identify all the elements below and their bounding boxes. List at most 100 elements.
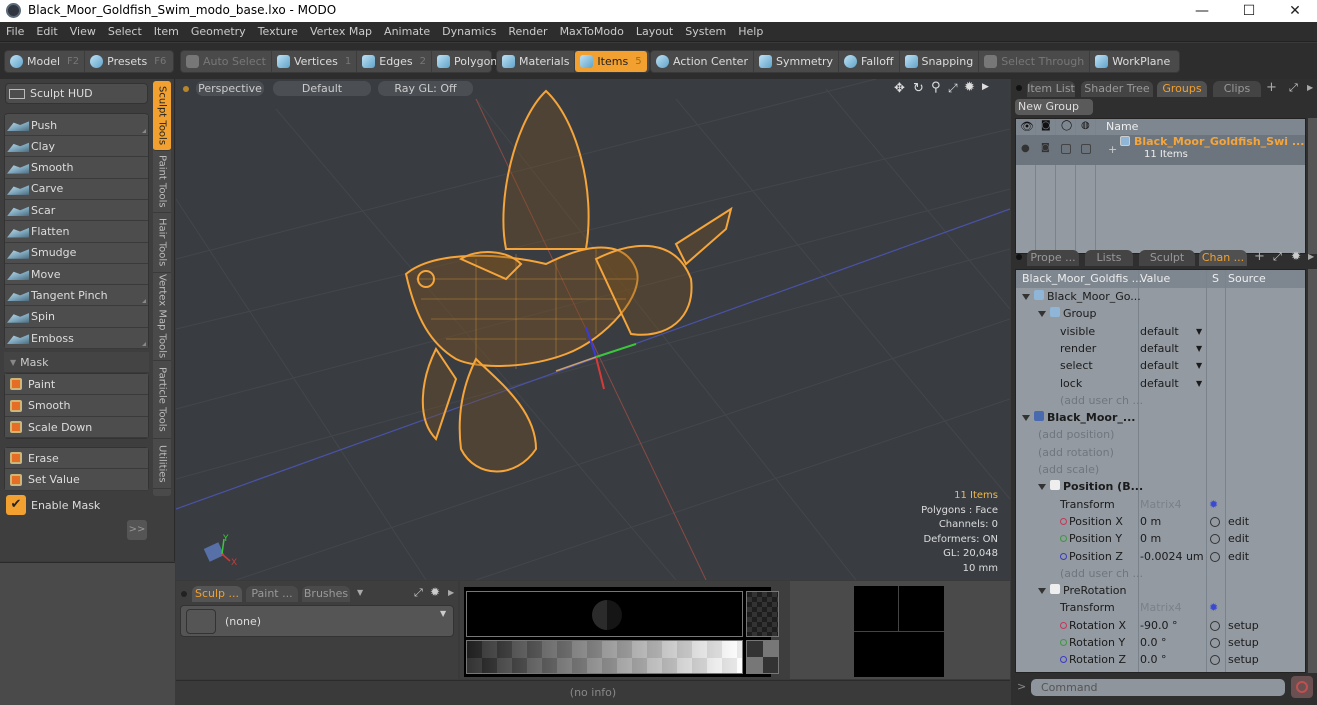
channel-value[interactable]: -90.0 ° — [1140, 617, 1177, 634]
expand-triangle-icon[interactable] — [1038, 484, 1046, 491]
enable-mask-checkbox[interactable]: ✔ — [6, 495, 26, 515]
minimize-button[interactable]: — — [1179, 0, 1225, 22]
maximize-panel-icon[interactable]: ⤢ — [1273, 250, 1282, 264]
menu-view[interactable]: View — [64, 22, 102, 42]
raygl-toggle-button[interactable]: Ray GL: Off — [378, 81, 473, 96]
tab-channels[interactable]: Chan ... — [1199, 250, 1247, 266]
viewport-settings-gear-icon[interactable]: ✹ — [964, 80, 975, 95]
sculpt-tool-flatten[interactable]: Flatten — [5, 221, 148, 243]
shading-style-button[interactable]: Default — [273, 81, 371, 96]
row-render-icon[interactable]: ◙ — [1041, 143, 1050, 153]
tab-brushes[interactable]: Brushes — [302, 586, 350, 602]
channels-scrollbar[interactable] — [1308, 269, 1317, 673]
auto-select-button[interactable]: Auto Select — [181, 51, 272, 72]
channel-row[interactable]: PreRotation — [1016, 582, 1305, 599]
channel-row[interactable]: Rotation X -90.0 ° setup — [1016, 617, 1305, 634]
items-button[interactable]: Items 5 — [575, 51, 647, 72]
state-circle-icon[interactable] — [1210, 638, 1220, 648]
channel-row[interactable]: (add user ch ... — [1016, 565, 1305, 582]
menu-geometry[interactable]: Geometry — [185, 22, 252, 42]
sculpt-tool-move[interactable]: Move — [5, 264, 148, 286]
transform-gear-icon[interactable]: ✹ — [1209, 496, 1218, 513]
close-button[interactable]: ✕ — [1272, 0, 1317, 22]
menu-maxtomodo[interactable]: MaxToModo — [554, 22, 630, 42]
maximize-button[interactable]: ☐ — [1226, 0, 1272, 22]
menu-select[interactable]: Select — [102, 22, 148, 42]
group-row[interactable]: ● ◙ + Black_Moor_Goldfish_Swi ... 11 Ite… — [1016, 135, 1305, 165]
channel-row[interactable]: Position Z -0.0024 um edit — [1016, 548, 1305, 565]
mask-tool-smooth[interactable]: Smooth — [5, 395, 148, 417]
maximize-viewport-icon[interactable]: ⤢ — [948, 81, 958, 96]
value-dropdown-icon[interactable]: ▼ — [1196, 323, 1202, 340]
menu-file[interactable]: File — [0, 22, 30, 42]
channel-value[interactable]: default — [1140, 323, 1179, 340]
vtab-particle-tools[interactable]: Particle Tools — [153, 361, 171, 439]
channel-row[interactable]: Position (B... — [1016, 478, 1305, 495]
render-camera-icon[interactable]: ◙ — [1041, 120, 1051, 131]
channel-value[interactable]: default — [1140, 375, 1179, 392]
row-lock-toggle[interactable] — [1081, 144, 1091, 154]
symmetry-button[interactable]: Symmetry — [754, 51, 840, 72]
sculpt-tool-scar[interactable]: Scar — [5, 200, 148, 222]
panel-menu-arrow-icon[interactable]: ▶ — [448, 588, 454, 597]
channel-value[interactable]: 0 m — [1140, 530, 1161, 547]
sculpt-tool-tangent-pinch[interactable]: Tangent Pinch — [5, 285, 148, 307]
sculpt-hud-button[interactable]: Sculpt HUD — [5, 83, 148, 104]
goldfish-mesh[interactable] — [404, 89, 733, 473]
menu-render[interactable]: Render — [502, 22, 553, 42]
lock-icon[interactable]: ◍ — [1081, 120, 1090, 131]
tab-clips[interactable]: Clips — [1213, 81, 1261, 97]
expand-triangle-icon[interactable] — [1022, 415, 1030, 422]
visibility-eye-icon[interactable]: 👁 — [1020, 120, 1034, 133]
channel-row[interactable]: select default ▼ — [1016, 357, 1305, 374]
tab-groups[interactable]: Groups — [1157, 81, 1207, 97]
vtab-utilities[interactable]: Utilities — [153, 439, 171, 489]
channel-row[interactable]: lock default ▼ — [1016, 375, 1305, 392]
channel-row[interactable]: Position X 0 m edit — [1016, 513, 1305, 530]
vtab-paint-tools[interactable]: Paint Tools — [153, 151, 171, 213]
materials-button[interactable]: Materials — [497, 51, 576, 72]
preset-dropdown-icon[interactable]: ▼ — [440, 609, 446, 618]
channel-value[interactable]: 0.0 ° — [1140, 651, 1167, 668]
menu-dynamics[interactable]: Dynamics — [436, 22, 502, 42]
viewport-menu-arrow-icon[interactable]: ▶ — [982, 82, 989, 92]
row-visibility-icon[interactable]: ● — [1021, 143, 1030, 154]
menu-layout[interactable]: Layout — [630, 22, 679, 42]
panel-settings-gear-icon[interactable]: ✹ — [1291, 249, 1301, 263]
tab-shader-tree[interactable]: Shader Tree — [1081, 81, 1153, 97]
channel-value[interactable]: 0 m — [1140, 513, 1161, 530]
vtab-sculpt-tools[interactable]: Sculpt Tools — [153, 81, 171, 151]
maximize-panel-icon[interactable]: ⤢ — [414, 586, 423, 600]
channel-row[interactable]: Transform Matrix4 ✹ — [1016, 496, 1305, 513]
3d-viewport[interactable]: Y X Perspective Default Ray GL: Off ✥ ↻ … — [176, 79, 1010, 580]
channel-row[interactable]: (add position) — [1016, 426, 1305, 443]
channel-row[interactable]: (add scale) — [1016, 461, 1305, 478]
add-tab-icon[interactable]: + — [1254, 249, 1265, 264]
menu-system[interactable]: System — [679, 22, 732, 42]
groups-scrollbar[interactable] — [1308, 118, 1317, 254]
menu-texture[interactable]: Texture — [252, 22, 304, 42]
transform-gear-icon[interactable]: ✹ — [1209, 599, 1218, 616]
zoom-view-icon[interactable]: ⚲ — [931, 80, 941, 95]
edges-button[interactable]: Edges 2 — [357, 51, 433, 72]
menu-vertex-map[interactable]: Vertex Map — [304, 22, 378, 42]
channel-row[interactable]: render default ▼ — [1016, 340, 1305, 357]
state-circle-icon[interactable] — [1210, 551, 1220, 562]
channel-row[interactable]: Position Y 0 m edit — [1016, 530, 1305, 547]
action-center-button[interactable]: Action Center — [651, 51, 754, 72]
pan-icon[interactable]: ✥ — [894, 81, 905, 96]
sculpt-tool-smudge[interactable]: Smudge — [5, 242, 148, 264]
panel-menu-arrow-icon[interactable]: ▶ — [1307, 83, 1313, 92]
panel-settings-gear-icon[interactable]: ✹ — [430, 585, 440, 599]
maximize-panel-icon[interactable]: ⤢ — [1289, 81, 1298, 95]
state-circle-icon[interactable] — [1210, 516, 1220, 527]
row-select-toggle[interactable] — [1061, 144, 1071, 154]
channel-row[interactable]: (add user ch ... — [1016, 392, 1305, 409]
tab-lists[interactable]: Lists — [1085, 250, 1133, 266]
falloff-button[interactable]: Falloff — [839, 51, 900, 72]
channel-value[interactable]: default — [1140, 357, 1179, 374]
channel-row[interactable]: visible default ▼ — [1016, 323, 1305, 340]
vtab-vertex-map-tools[interactable]: Vertex Map Tools — [153, 273, 171, 361]
channel-row[interactable]: (add rotation) — [1016, 444, 1305, 461]
tab-sculpt-presets[interactable]: Sculp ... — [192, 586, 242, 602]
